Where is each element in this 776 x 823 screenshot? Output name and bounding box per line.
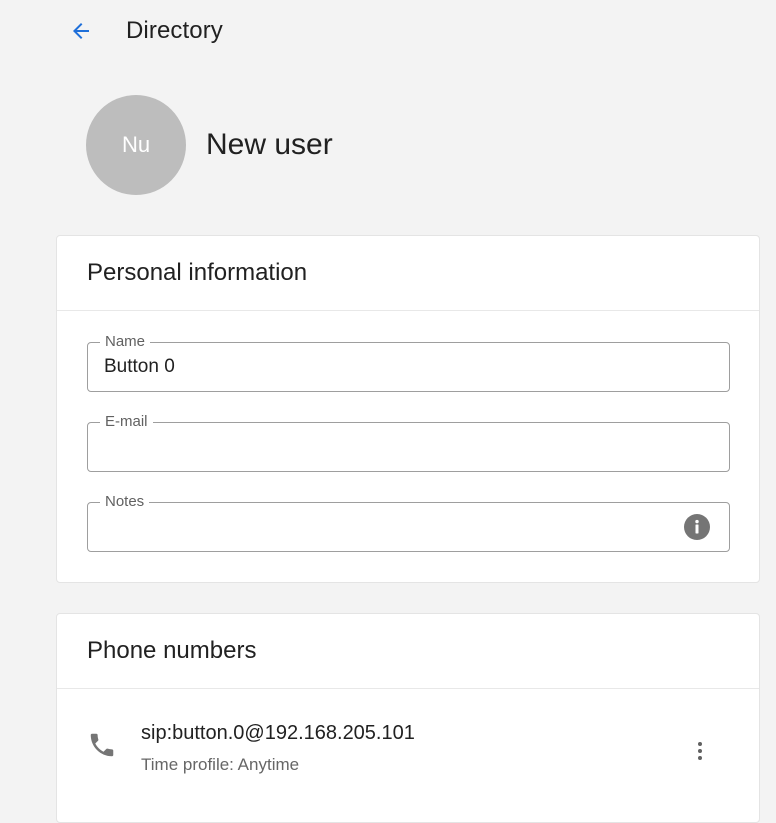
avatar: Nu (86, 95, 186, 195)
back-button[interactable] (66, 16, 96, 46)
time-profile: Time profile: Anytime (141, 755, 300, 774)
name-field-value: Button 0 (104, 356, 175, 377)
notes-field[interactable]: Notes (87, 493, 730, 552)
user-name: New user (206, 128, 333, 161)
phone-numbers-title: Phone numbers (57, 614, 759, 689)
name-field[interactable]: Name Button 0 (87, 333, 730, 392)
phone-icon (87, 730, 117, 760)
personal-information-title: Personal information (57, 236, 759, 311)
email-field-label: E-mail (100, 413, 153, 431)
notes-field-label: Notes (100, 493, 150, 511)
email-field[interactable]: E-mail (87, 413, 730, 472)
arrow-left-icon (73, 23, 89, 39)
phone-number-item[interactable]: sip:button.0@192.168.205.101 Time profil… (57, 690, 759, 790)
page-title: Directory (126, 17, 223, 44)
info-icon[interactable] (684, 514, 710, 540)
header: Directory (0, 0, 776, 62)
personal-information-card: Personal information Name Button 0 E-mai… (56, 235, 760, 583)
phone-address: sip:button.0@192.168.205.101 (141, 722, 415, 744)
more-vertical-icon[interactable] (685, 736, 715, 766)
phone-numbers-card: Phone numbers sip:button.0@192.168.205.1… (56, 613, 760, 823)
user-header: Nu New user (86, 95, 333, 195)
